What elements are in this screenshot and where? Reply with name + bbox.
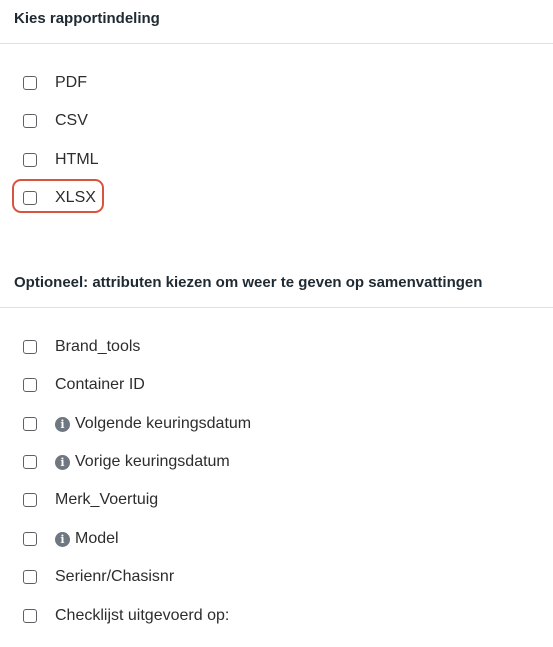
merk-voertuig-checkbox[interactable] [23,493,37,507]
attributes-section-title: Optioneel: attributen kiezen om weer te … [14,274,483,291]
html-checkbox[interactable] [23,153,37,167]
checklijst-uitgevoerd-op-checkbox[interactable] [23,609,37,623]
attribute-option-brand-tools[interactable]: Brand_tools [23,337,140,357]
attribute-option-label: Container ID [55,376,145,393]
format-option-label: HTML [55,151,99,168]
container-id-checkbox[interactable] [23,378,37,392]
attribute-option-serienr-chasisnr[interactable]: Serienr/Chasisnr [23,567,174,587]
format-option-label: XLSX [55,189,96,206]
format-option-label: CSV [55,112,88,129]
attribute-option-label: Serienr/Chasisnr [55,568,175,585]
format-option-label: PDF [55,74,87,91]
info-icon[interactable]: i [55,531,70,547]
vorige-keuringsdatum-checkbox[interactable] [23,455,37,469]
attribute-option-label: Brand_tools [55,338,141,355]
serienr-chasisnr-checkbox[interactable] [23,570,37,584]
format-section-title: Kies rapportindeling [14,10,160,27]
info-icon[interactable]: i [55,416,70,432]
attribute-option-label: Volgende keuringsdatum [75,415,252,432]
pdf-checkbox[interactable] [23,76,37,90]
format-option-html[interactable]: HTML [23,150,99,170]
attribute-option-label: Checklijst uitgevoerd op: [55,607,230,624]
brand-tools-checkbox[interactable] [23,340,37,354]
attribute-option-volgende-keuringsdatum[interactable]: i Volgende keuringsdatum [23,414,251,434]
format-option-xlsx[interactable]: XLSX [23,188,96,208]
attribute-option-label: Vorige keuringsdatum [75,453,230,470]
xlsx-checkbox[interactable] [23,191,37,205]
csv-checkbox[interactable] [23,114,37,128]
divider [0,43,553,44]
info-icon[interactable]: i [55,454,70,470]
format-option-csv[interactable]: CSV [23,111,88,131]
format-option-pdf[interactable]: PDF [23,73,87,93]
divider [0,307,553,308]
attribute-option-vorige-keuringsdatum[interactable]: i Vorige keuringsdatum [23,452,230,472]
model-checkbox[interactable] [23,532,37,546]
attribute-option-container-id[interactable]: Container ID [23,375,145,395]
attribute-option-merk-voertuig[interactable]: Merk_Voertuig [23,490,158,510]
attribute-option-checklijst-uitgevoerd-op[interactable]: Checklijst uitgevoerd op: [23,606,229,626]
attribute-option-label: Merk_Voertuig [55,491,159,508]
attribute-option-label: Model [75,530,119,547]
volgende-keuringsdatum-checkbox[interactable] [23,417,37,431]
attribute-option-model[interactable]: i Model [23,529,119,549]
